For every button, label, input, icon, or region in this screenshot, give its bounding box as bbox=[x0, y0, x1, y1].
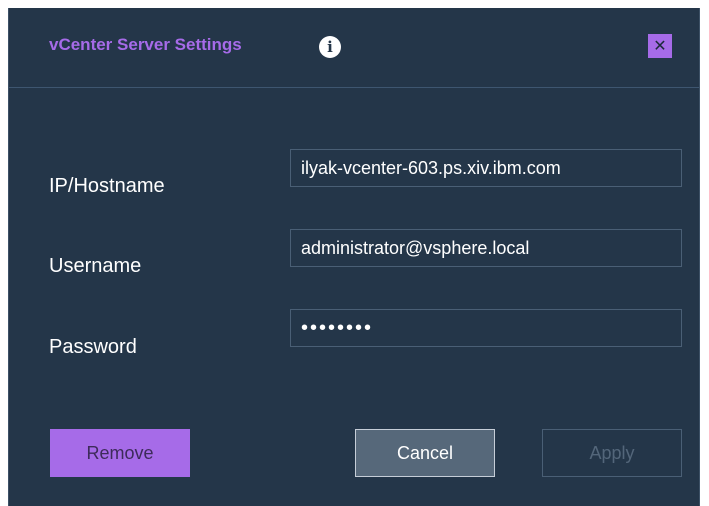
cancel-button[interactable]: Cancel bbox=[355, 429, 495, 477]
password-input[interactable] bbox=[290, 309, 682, 347]
hostname-input[interactable] bbox=[290, 149, 682, 187]
remove-button[interactable]: Remove bbox=[50, 429, 190, 477]
username-label: Username bbox=[49, 255, 142, 277]
dialog-header: vCenter Server Settings i ✕ bbox=[9, 8, 699, 88]
password-label: Password bbox=[49, 336, 137, 358]
apply-button[interactable]: Apply bbox=[542, 429, 682, 477]
username-input[interactable] bbox=[290, 229, 682, 267]
hostname-label: IP/Hostname bbox=[49, 175, 165, 197]
vcenter-settings-dialog: vCenter Server Settings i ✕ IP/Hostname … bbox=[8, 8, 700, 506]
close-button[interactable]: ✕ bbox=[648, 34, 672, 58]
info-icon[interactable]: i bbox=[319, 36, 341, 58]
dialog-title: vCenter Server Settings bbox=[49, 35, 242, 54]
page-top-strip bbox=[0, 0, 709, 8]
